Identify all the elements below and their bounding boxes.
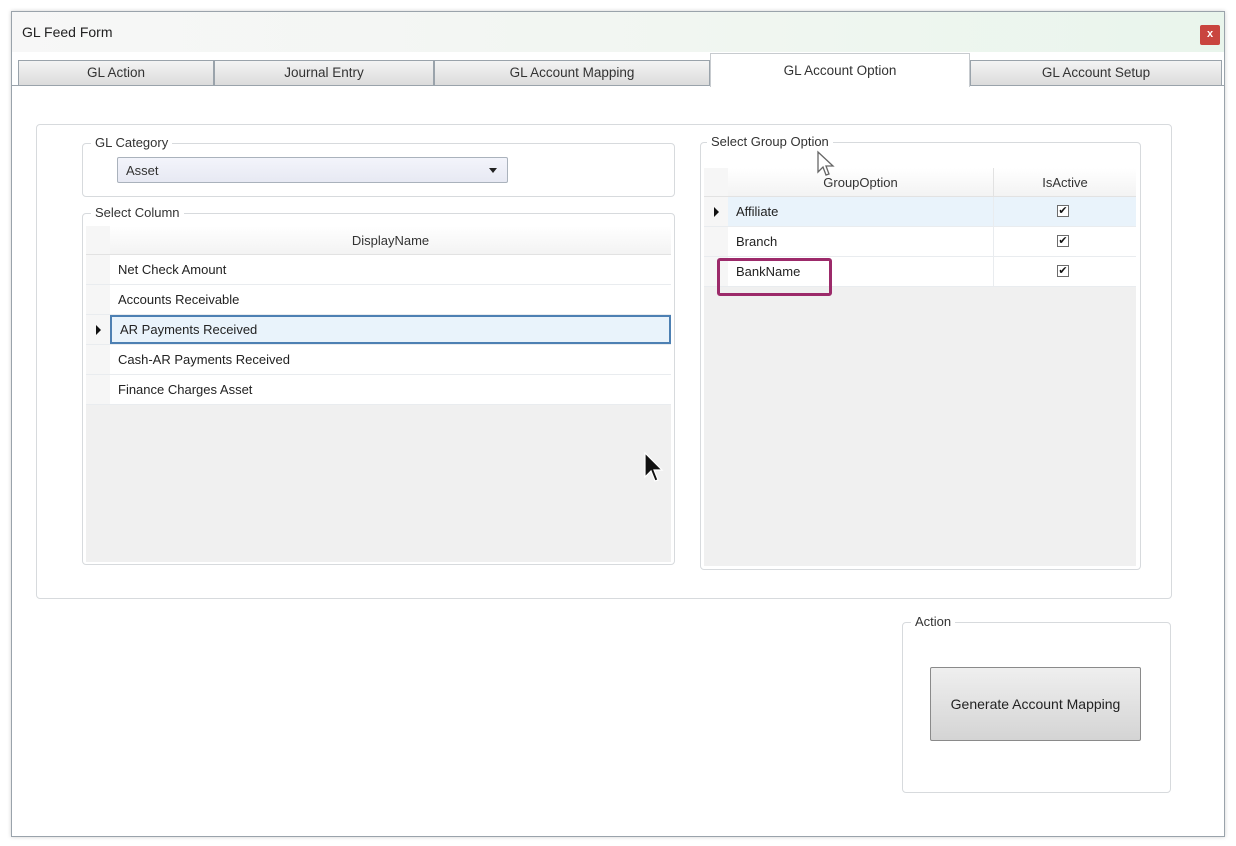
generate-account-mapping-button[interactable]: Generate Account Mapping — [930, 667, 1141, 741]
table-row-selected[interactable]: AR Payments Received — [86, 315, 671, 345]
current-row-arrow-icon — [714, 207, 719, 217]
row-header[interactable] — [86, 345, 110, 374]
gl-category-dropdown[interactable]: Asset — [117, 157, 508, 183]
title-bar: GL Feed Form x — [12, 12, 1224, 52]
is-active-header[interactable]: IsActive — [994, 168, 1136, 197]
arrow-cursor-icon — [817, 150, 835, 176]
is-active-cell: ✔ — [994, 227, 1136, 256]
tab-gl-account-mapping[interactable]: GL Account Mapping — [434, 60, 710, 85]
close-button[interactable]: x — [1200, 25, 1220, 45]
action-legend: Action — [911, 614, 956, 630]
display-name-cell: Net Check Amount — [118, 262, 227, 277]
display-name-header[interactable]: DisplayName — [110, 226, 671, 255]
current-row-arrow-icon — [96, 325, 101, 335]
chevron-down-icon[interactable] — [489, 168, 497, 173]
options-panel: GL Category Asset Select Column DisplayN… — [36, 124, 1172, 599]
tab-journal-entry[interactable]: Journal Entry — [214, 60, 434, 85]
table-row-selected[interactable]: Affiliate ✔ — [704, 197, 1136, 227]
select-group-option-legend: Select Group Option — [707, 134, 833, 150]
grid-corner — [704, 168, 728, 197]
gl-feed-form-window: GL Feed Form x GL Action Journal Entry G… — [11, 11, 1225, 837]
is-active-cell: ✔ — [994, 197, 1136, 226]
tab-gl-account-option[interactable]: GL Account Option — [710, 53, 970, 87]
window-title: GL Feed Form — [22, 24, 113, 40]
table-row[interactable]: Accounts Receivable — [86, 285, 671, 315]
row-header[interactable] — [704, 197, 728, 226]
is-active-cell: ✔ — [994, 257, 1136, 286]
is-active-checkbox[interactable]: ✔ — [1057, 205, 1069, 217]
row-header[interactable] — [86, 285, 110, 314]
tab-divider — [12, 85, 1224, 86]
display-name-cell: Finance Charges Asset — [118, 382, 253, 397]
row-header[interactable] — [86, 255, 110, 284]
gl-category-value: Asset — [126, 163, 159, 178]
group-option-cell: Affiliate — [728, 197, 994, 226]
gl-category-legend: GL Category — [91, 135, 173, 151]
group-option-grid[interactable]: GroupOption IsActive Affiliate ✔ Branch … — [704, 168, 1136, 566]
select-column-group: Select Column DisplayName Net Check Amou… — [82, 205, 675, 565]
display-name-cell: Cash-AR Payments Received — [118, 352, 290, 367]
row-header[interactable] — [86, 375, 110, 404]
group-option-header[interactable]: GroupOption — [728, 168, 994, 197]
display-name-cell: Accounts Receivable — [118, 292, 240, 307]
table-row[interactable]: Cash-AR Payments Received — [86, 345, 671, 375]
tab-gl-action[interactable]: GL Action — [18, 60, 214, 85]
group-option-cell: Branch — [728, 227, 994, 256]
select-column-legend: Select Column — [91, 205, 184, 221]
table-row[interactable]: Net Check Amount — [86, 255, 671, 285]
mouse-pointer-icon — [644, 451, 664, 482]
tab-strip: GL Action Journal Entry GL Account Mappi… — [12, 52, 1224, 87]
display-name-cell: AR Payments Received — [110, 315, 671, 344]
grid-corner — [86, 226, 110, 255]
row-header[interactable] — [86, 315, 110, 344]
highlight-annotation — [717, 258, 832, 296]
table-row[interactable]: Finance Charges Asset — [86, 375, 671, 405]
action-group: Action Generate Account Mapping — [902, 614, 1171, 793]
is-active-checkbox[interactable]: ✔ — [1057, 235, 1069, 247]
gl-category-group: GL Category Asset — [82, 135, 675, 197]
row-header[interactable] — [704, 227, 728, 256]
select-group-option-group: Select Group Option GroupOption IsActive… — [700, 134, 1141, 570]
tab-gl-account-setup[interactable]: GL Account Setup — [970, 60, 1222, 85]
is-active-checkbox[interactable]: ✔ — [1057, 265, 1069, 277]
table-row[interactable]: Branch ✔ — [704, 227, 1136, 257]
display-name-grid[interactable]: DisplayName Net Check Amount Accounts Re… — [86, 226, 671, 562]
